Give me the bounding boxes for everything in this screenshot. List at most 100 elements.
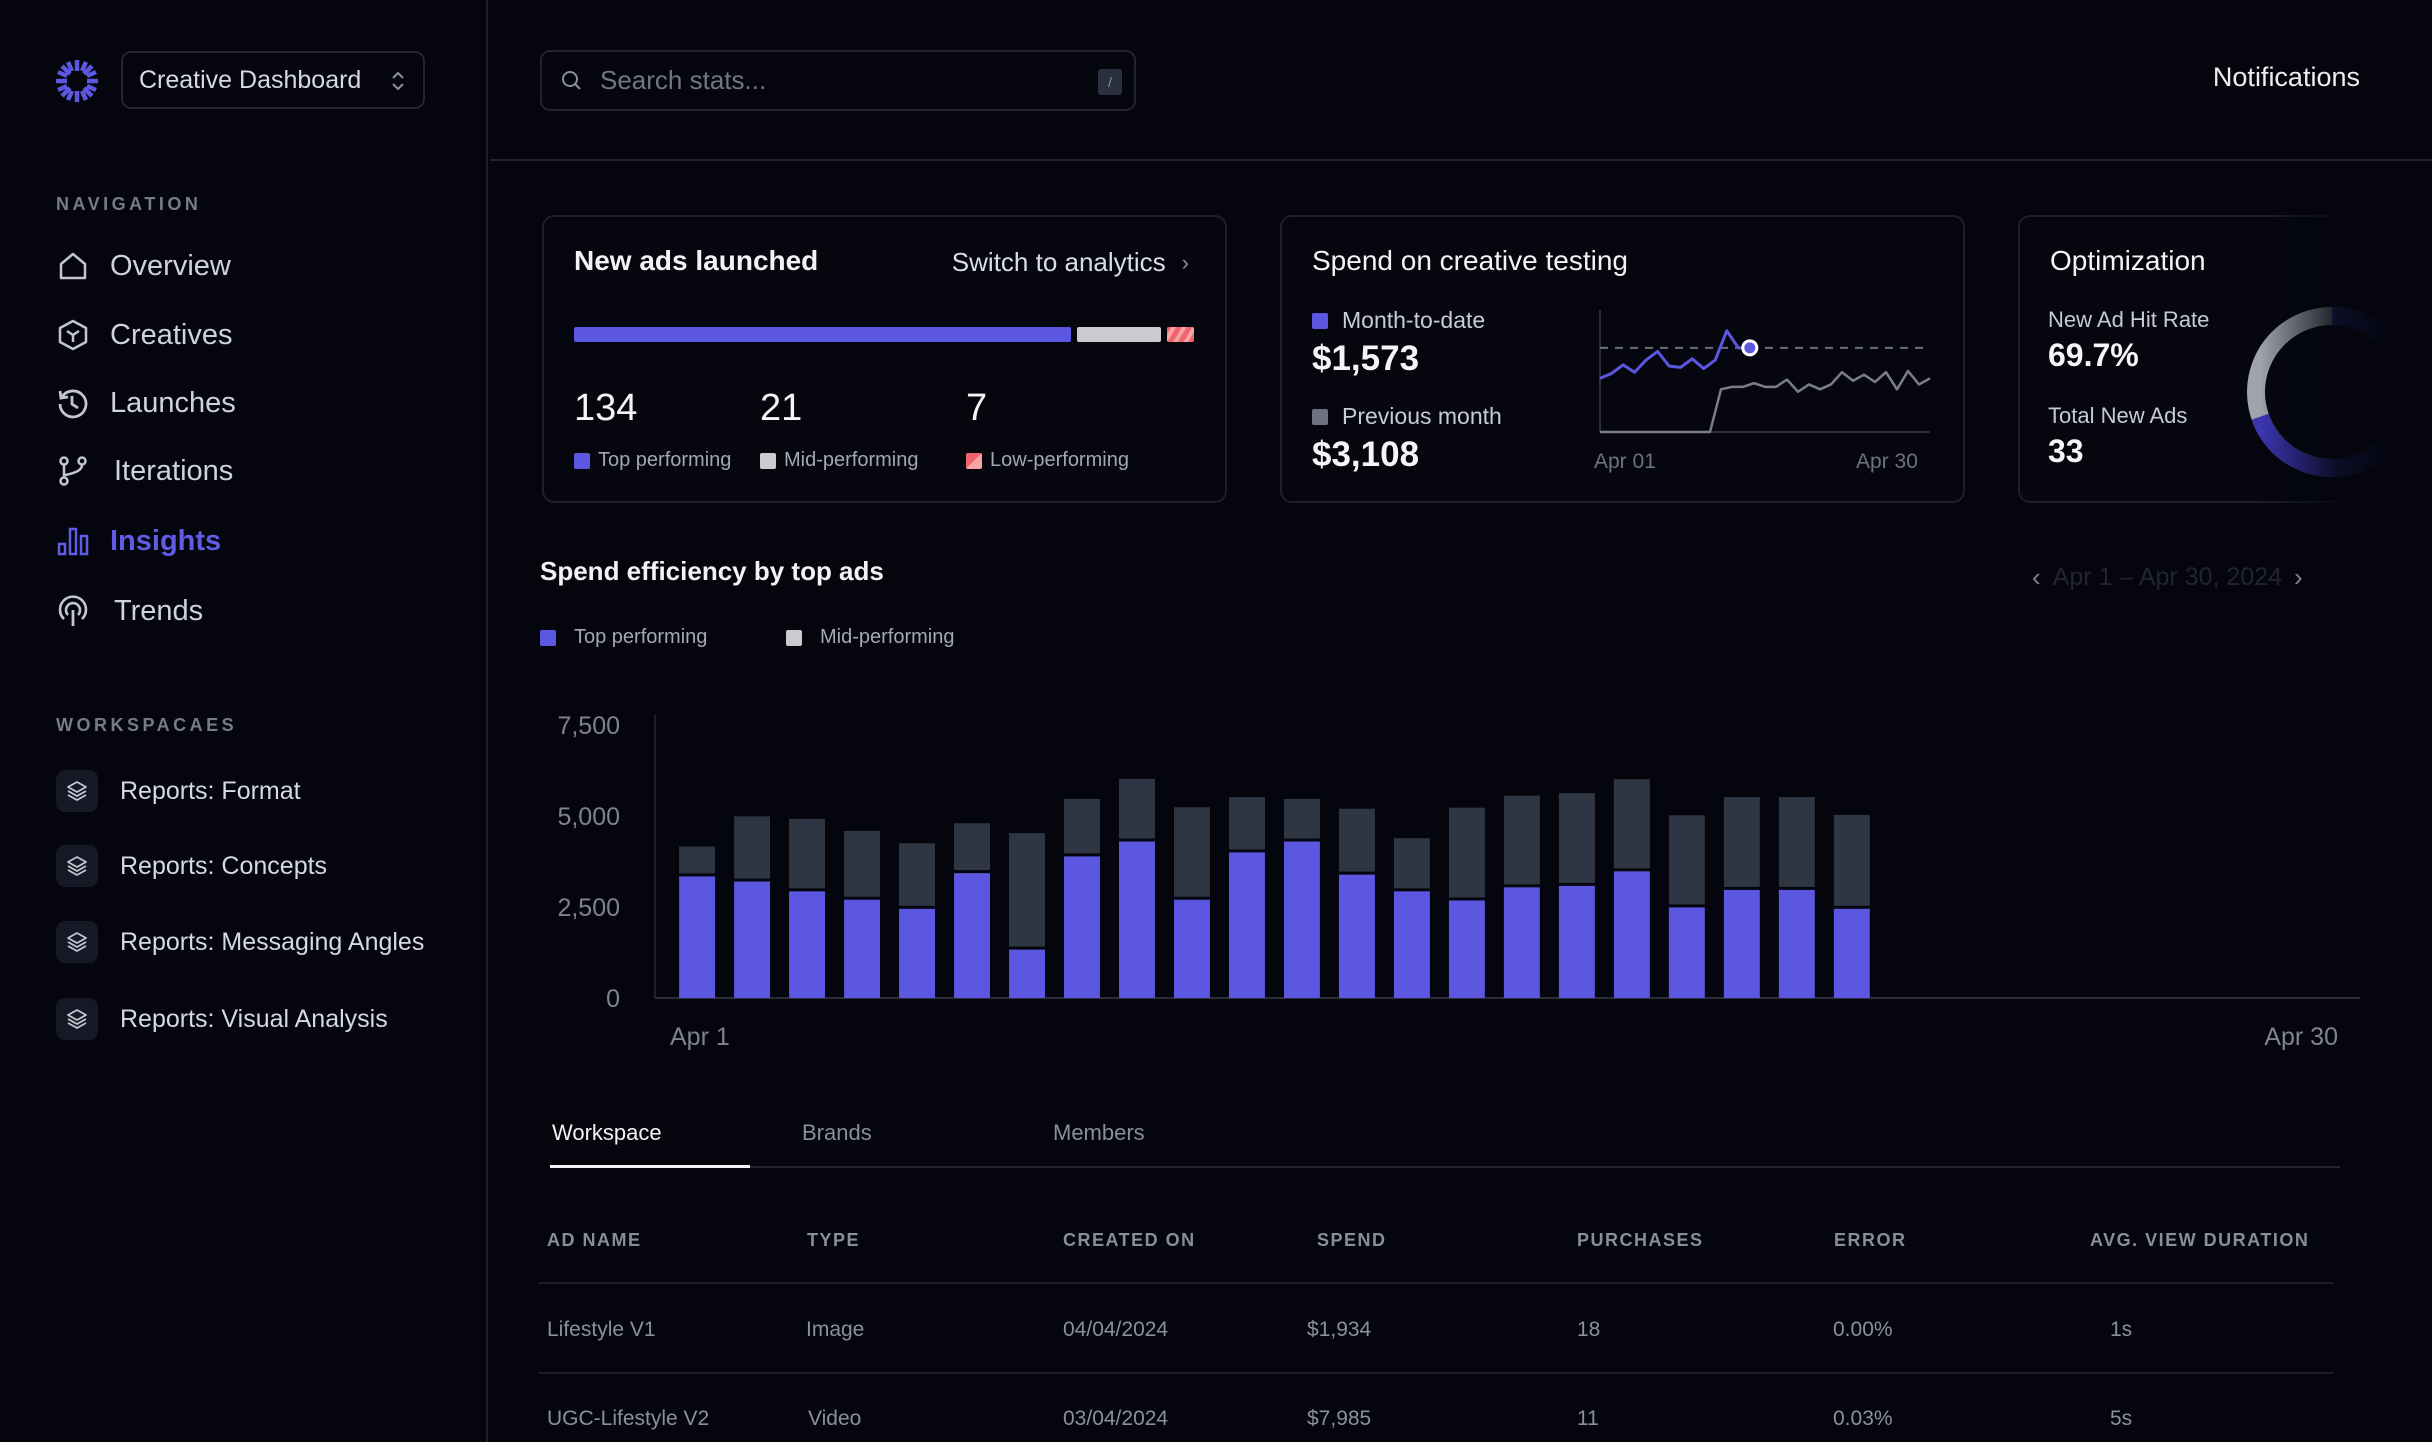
cell-ad-name: Lifestyle V1 bbox=[547, 1318, 656, 1341]
column-header-error[interactable]: ERROR bbox=[1834, 1230, 1907, 1251]
sparkline-x-start: Apr 01 bbox=[1594, 450, 1656, 473]
previous-period-button[interactable]: ‹ bbox=[2020, 562, 2053, 593]
bar-top-performing[interactable] bbox=[1448, 900, 1485, 998]
bar-top-performing[interactable] bbox=[954, 873, 990, 998]
legend-swatch-top bbox=[574, 452, 590, 469]
card-overflow-fade bbox=[2260, 200, 2432, 520]
bar-top-performing[interactable] bbox=[1833, 908, 1870, 998]
sidebar-item-launches[interactable]: Launches bbox=[56, 378, 456, 428]
cell-purchases: 11 bbox=[1577, 1407, 1599, 1430]
bar-top-performing[interactable] bbox=[1613, 871, 1650, 998]
cell-ad-name: UGC-Lifestyle V2 bbox=[547, 1407, 710, 1430]
bar-top-performing[interactable] bbox=[1723, 889, 1760, 998]
chart-title: Spend efficiency by top ads bbox=[540, 556, 884, 586]
history-icon bbox=[56, 386, 90, 420]
bar-mid-performing[interactable] bbox=[1778, 797, 1815, 887]
bar-top-performing[interactable] bbox=[1668, 907, 1705, 998]
bar-mid-performing[interactable] bbox=[1009, 833, 1045, 947]
bar-mid-performing[interactable] bbox=[899, 843, 936, 906]
bar-mid-performing[interactable] bbox=[1503, 795, 1540, 885]
tab-workspace[interactable]: Workspace bbox=[552, 1120, 662, 1146]
bar-top-performing[interactable] bbox=[1393, 891, 1430, 998]
stat-label: Low-performing bbox=[990, 449, 1129, 471]
sparkline-current-point[interactable] bbox=[1741, 339, 1759, 357]
stat-label: Top performing bbox=[598, 449, 732, 471]
bar-mid-performing[interactable] bbox=[1723, 797, 1760, 887]
sidebar-item-iterations[interactable]: Iterations bbox=[56, 446, 456, 496]
bar-top-performing[interactable] bbox=[1228, 852, 1265, 998]
bar-mid-performing[interactable] bbox=[1668, 815, 1705, 905]
bar-top-performing[interactable] bbox=[679, 876, 716, 998]
cube-icon bbox=[56, 318, 90, 352]
tab-members[interactable]: Members bbox=[1053, 1120, 1145, 1146]
new-ads-card: New ads launched Switch to analytics › 1… bbox=[542, 215, 1227, 503]
bar-mid-performing[interactable] bbox=[734, 816, 771, 879]
column-header-purchases[interactable]: PURCHASES bbox=[1577, 1230, 1704, 1251]
x-tick-label: Apr 1 bbox=[670, 1023, 730, 1051]
y-tick-label: 7,500 bbox=[557, 712, 620, 740]
bar-top-performing[interactable] bbox=[1338, 874, 1375, 998]
legend-swatch bbox=[1312, 408, 1328, 425]
bar-top-performing[interactable] bbox=[734, 881, 771, 998]
column-header-spend[interactable]: SPEND bbox=[1317, 1230, 1387, 1251]
bar-mid-performing[interactable] bbox=[789, 818, 826, 889]
bar-top-performing[interactable] bbox=[1119, 841, 1155, 998]
column-header-created-on[interactable]: CREATED ON bbox=[1063, 1230, 1196, 1251]
workspace-item-messaging-angles[interactable]: Reports: Messaging Angles bbox=[56, 920, 476, 964]
tab-brands[interactable]: Brands bbox=[802, 1120, 872, 1146]
row-divider bbox=[538, 1372, 2334, 1374]
workspace-item-concepts[interactable]: Reports: Concepts bbox=[56, 844, 476, 888]
column-header-ad-name[interactable]: AD NAME bbox=[547, 1230, 642, 1251]
bar-mid-performing[interactable] bbox=[954, 823, 990, 871]
search-box[interactable]: / bbox=[540, 50, 1136, 111]
sidebar-item-creatives[interactable]: Creatives bbox=[56, 310, 456, 360]
bar-mid-performing[interactable] bbox=[1393, 838, 1430, 889]
legend-label: Mid-performing bbox=[820, 626, 955, 648]
legend-swatch bbox=[540, 629, 556, 646]
column-header-avg-view-duration[interactable]: AVG. VIEW DURATION bbox=[2090, 1230, 2309, 1251]
bar-top-performing[interactable] bbox=[844, 899, 881, 998]
bar-top-performing[interactable] bbox=[1558, 885, 1595, 998]
legend-month-to-date: Month-to-date bbox=[1312, 307, 1485, 334]
bar-mid-performing[interactable] bbox=[1833, 814, 1870, 906]
spend-card: Spend on creative testing Month-to-date … bbox=[1280, 215, 1965, 503]
workspace-selector[interactable]: Creative Dashboard bbox=[121, 51, 425, 109]
bar-top-performing[interactable] bbox=[1173, 899, 1210, 998]
layers-icon bbox=[56, 770, 98, 812]
bar-mid-performing[interactable] bbox=[1613, 779, 1650, 869]
bar-mid-performing[interactable] bbox=[679, 846, 716, 874]
bar-top-performing[interactable] bbox=[1283, 841, 1320, 998]
bar-mid-performing[interactable] bbox=[844, 830, 881, 897]
bar-top-performing[interactable] bbox=[789, 891, 826, 998]
search-input[interactable] bbox=[600, 65, 1060, 96]
sparkline-x-end: Apr 30 bbox=[1856, 450, 1918, 473]
previous-month-value: $3,108 bbox=[1312, 435, 1420, 474]
bar-mid-performing[interactable] bbox=[1064, 798, 1100, 854]
sidebar-item-insights[interactable]: Insights bbox=[56, 516, 456, 566]
broadcast-icon bbox=[56, 594, 90, 628]
bar-top-performing[interactable] bbox=[899, 908, 936, 998]
bar-mid-performing[interactable] bbox=[1283, 798, 1320, 839]
bar-mid-performing[interactable] bbox=[1119, 778, 1155, 839]
sidebar-item-trends[interactable]: Trends bbox=[56, 586, 456, 636]
bar-top-performing[interactable] bbox=[1009, 949, 1045, 998]
bar-top-performing[interactable] bbox=[1503, 887, 1540, 998]
sparkline-previous-month bbox=[1600, 369, 1931, 434]
workspace-item-format[interactable]: Reports: Format bbox=[56, 769, 476, 813]
sidebar-item-overview[interactable]: Overview bbox=[56, 241, 456, 291]
bar-top-performing[interactable] bbox=[1778, 889, 1815, 998]
next-period-button[interactable]: › bbox=[2282, 562, 2315, 593]
cell-purchases: 18 bbox=[1577, 1318, 1601, 1341]
bar-mid-performing[interactable] bbox=[1228, 797, 1265, 850]
column-header-type[interactable]: TYPE bbox=[807, 1230, 860, 1251]
bar-mid-performing[interactable] bbox=[1173, 807, 1210, 897]
sidebar-item-label: Iterations bbox=[114, 454, 234, 487]
bar-mid-performing[interactable] bbox=[1338, 808, 1375, 872]
bar-mid-performing[interactable] bbox=[1558, 793, 1595, 883]
switch-to-analytics-link[interactable]: Switch to analytics › bbox=[952, 247, 1189, 278]
date-range-picker: ‹ Apr 1 – Apr 30, 2024 › bbox=[2020, 562, 2315, 593]
bar-mid-performing[interactable] bbox=[1448, 807, 1485, 898]
bar-top-performing[interactable] bbox=[1064, 856, 1100, 998]
notifications-button[interactable]: Notifications bbox=[2213, 62, 2360, 93]
workspace-item-visual-analysis[interactable]: Reports: Visual Analysis bbox=[56, 997, 476, 1041]
